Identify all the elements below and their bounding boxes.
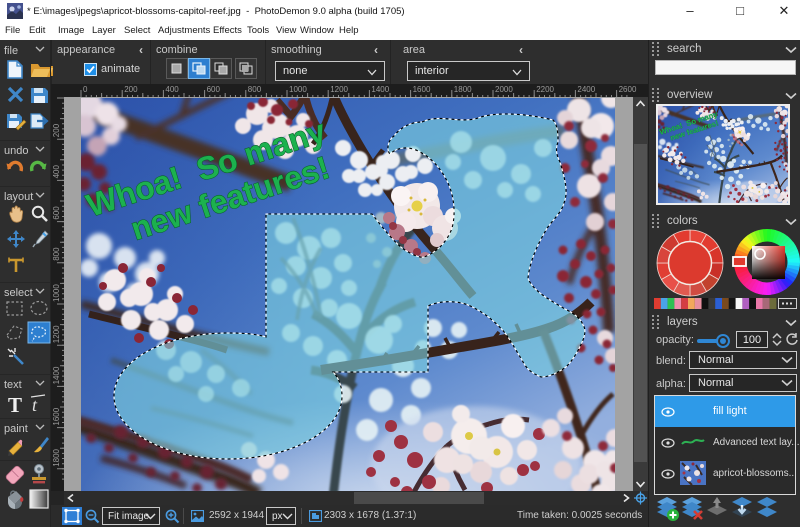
svg-text:1200: 1200 <box>330 85 348 94</box>
svg-text:1400: 1400 <box>371 85 389 94</box>
svg-text:200: 200 <box>52 123 61 137</box>
svg-text:1000: 1000 <box>289 85 307 94</box>
svg-text:select: select <box>4 287 33 299</box>
svg-text:200: 200 <box>124 85 138 94</box>
svg-text:1000: 1000 <box>52 284 61 302</box>
svg-text:file: file <box>4 45 18 57</box>
svg-text:2400: 2400 <box>577 85 595 94</box>
svg-text:1800: 1800 <box>52 448 61 466</box>
svg-text:paint: paint <box>4 423 28 435</box>
svg-text:T: T <box>8 393 22 417</box>
svg-text:400: 400 <box>52 165 61 179</box>
svg-text:0: 0 <box>83 85 88 94</box>
svg-text:1200: 1200 <box>52 325 61 343</box>
svg-text:undo: undo <box>4 145 28 157</box>
svg-text:600: 600 <box>52 206 61 220</box>
svg-text:1600: 1600 <box>52 407 61 425</box>
svg-text:1600: 1600 <box>413 85 431 94</box>
svg-text:2200: 2200 <box>536 85 554 94</box>
svg-text:1800: 1800 <box>454 85 472 94</box>
svg-text:t: t <box>32 395 38 415</box>
svg-text:2000: 2000 <box>495 85 513 94</box>
svg-text:400: 400 <box>165 85 179 94</box>
svg-text:layout: layout <box>4 191 33 203</box>
svg-text:text: text <box>4 379 22 391</box>
svg-text:800: 800 <box>248 85 262 94</box>
svg-text:1400: 1400 <box>52 366 61 384</box>
svg-text:2600: 2600 <box>619 85 637 94</box>
svg-text:800: 800 <box>52 247 61 261</box>
svg-text:600: 600 <box>207 85 221 94</box>
